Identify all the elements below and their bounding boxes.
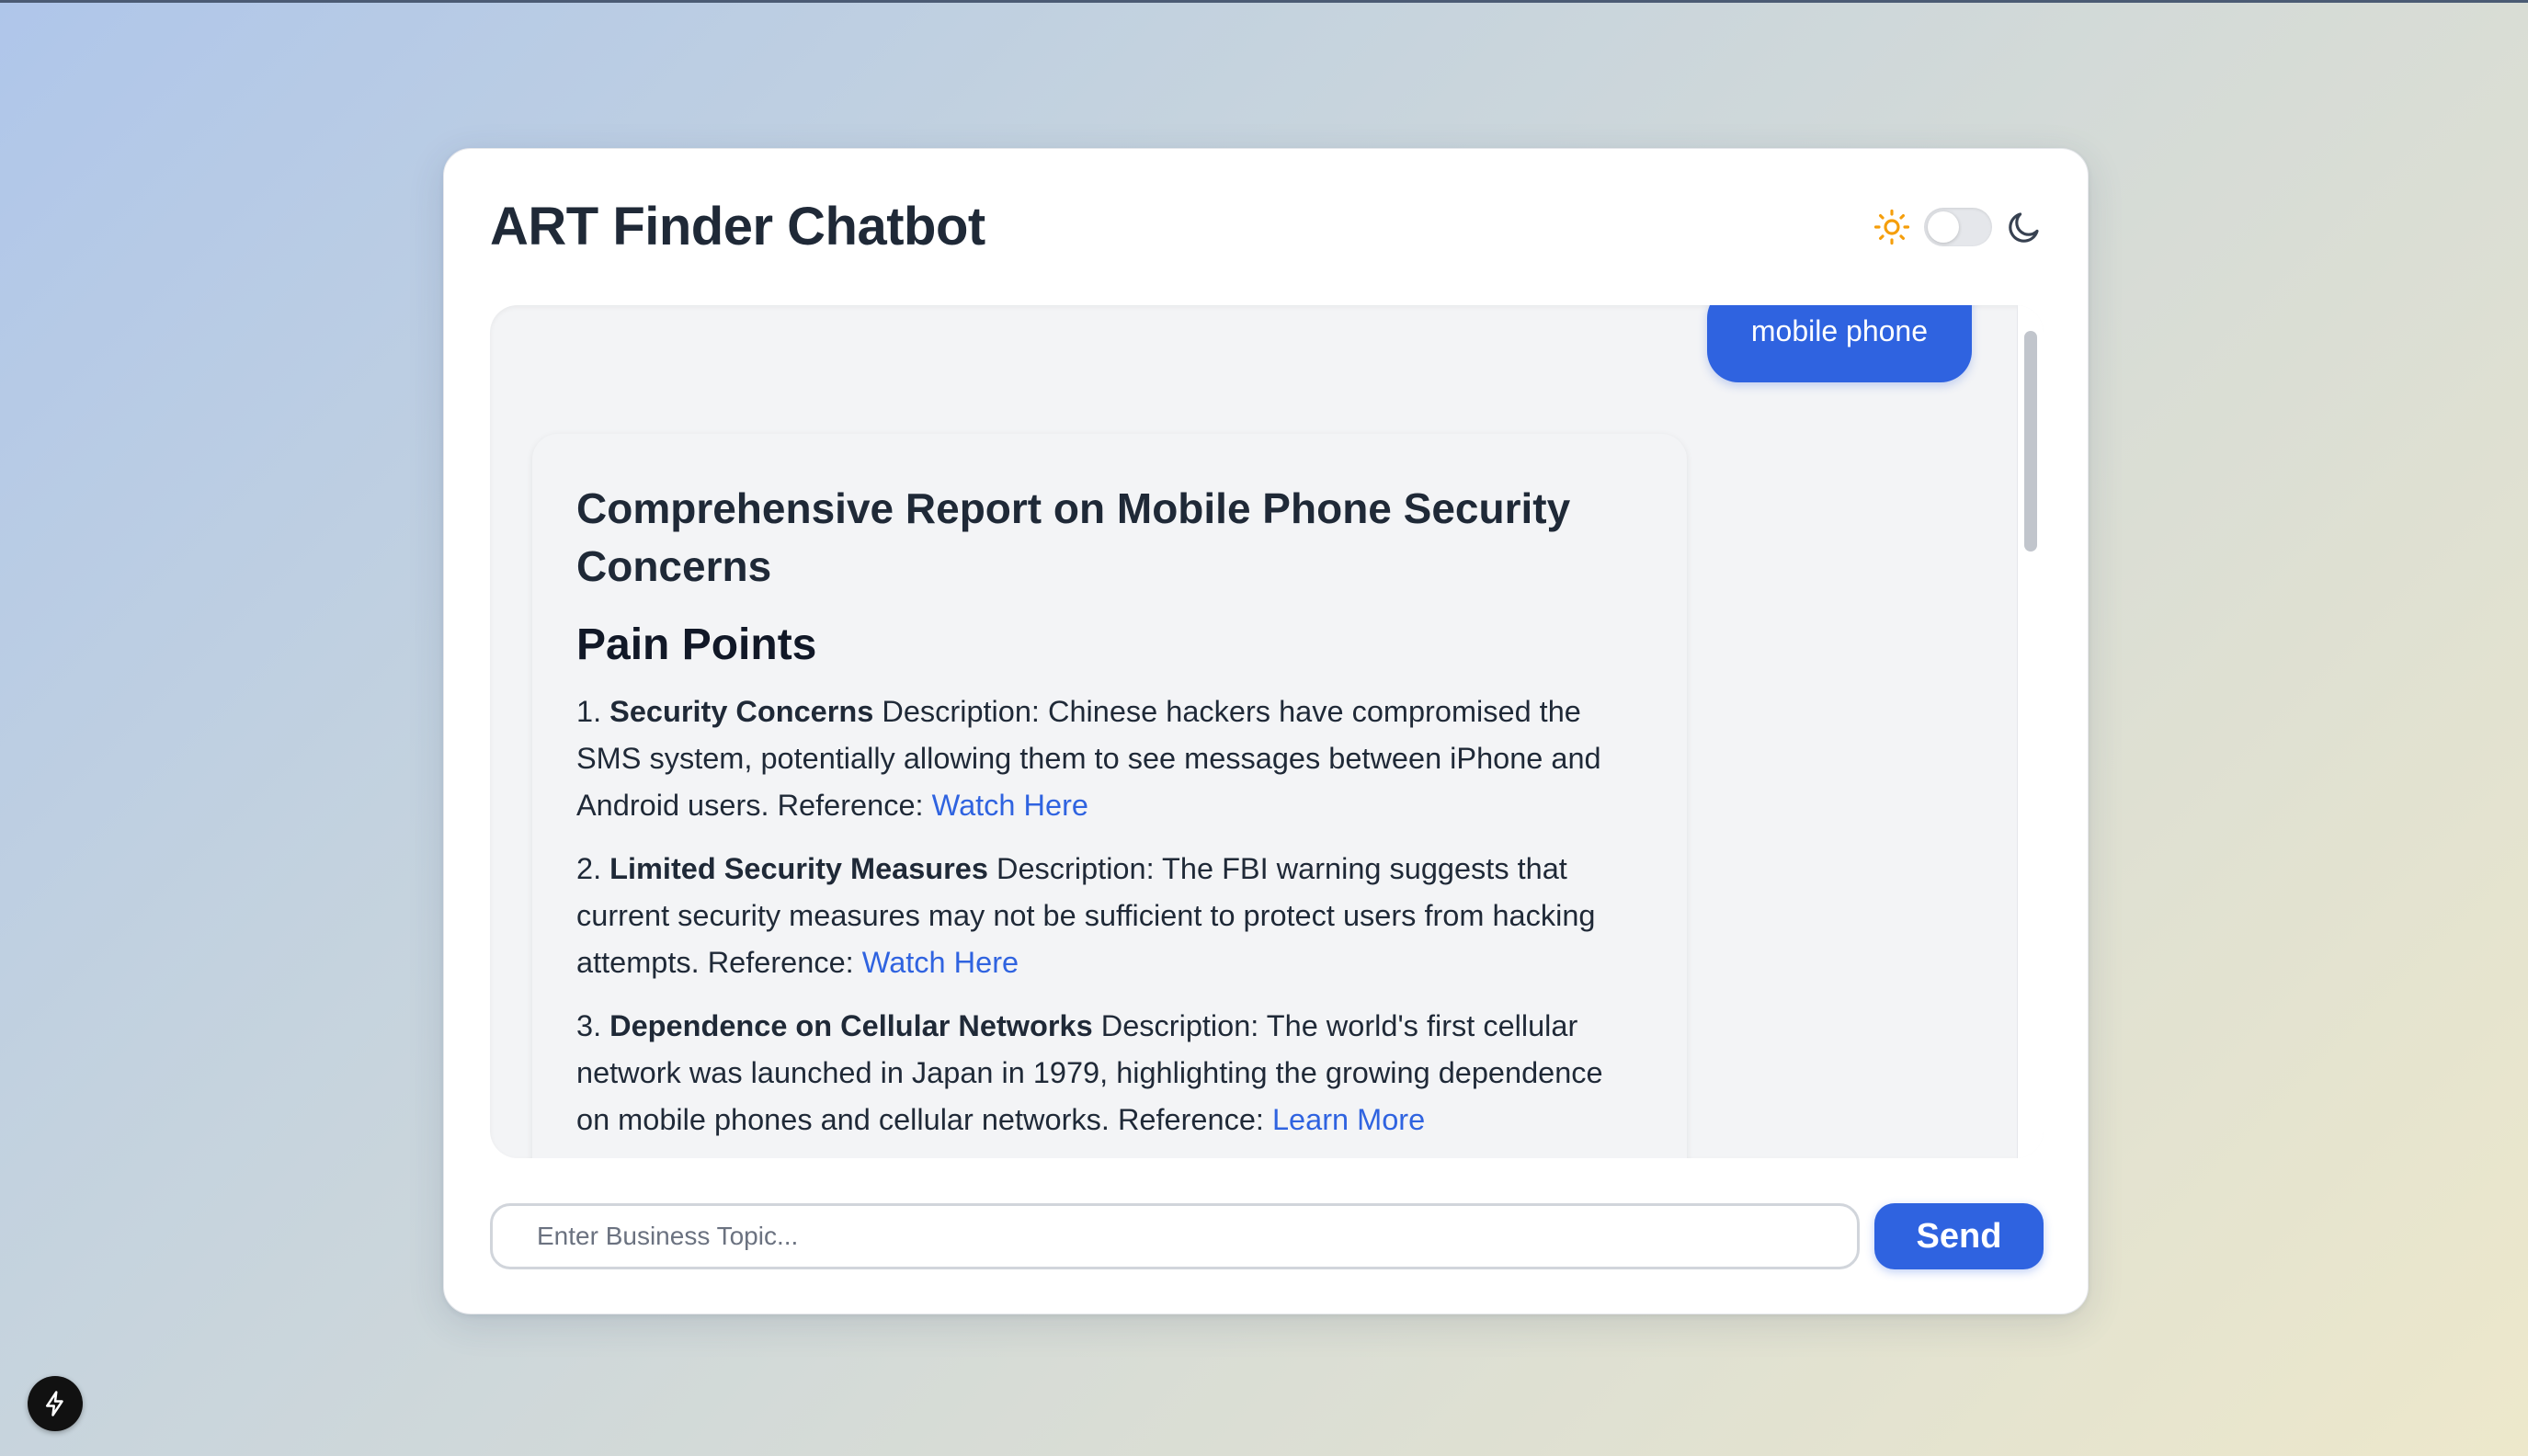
chat-messages-area[interactable]: mobile phone Comprehensive Report on Mob… xyxy=(490,305,2044,1158)
window-top-border xyxy=(0,0,2528,3)
item-number: 2. xyxy=(576,851,602,885)
item-heading: Dependence on Cellular Networks xyxy=(609,1008,1093,1042)
lightning-bolt-icon[interactable] xyxy=(28,1376,83,1431)
list-item: 1. Security Concerns Description: Chines… xyxy=(576,688,1643,829)
dark-mode-toggle[interactable] xyxy=(1924,208,1992,246)
section-title: Pain Points xyxy=(576,620,817,669)
reference-link[interactable]: Watch Here xyxy=(932,789,1088,822)
reference-link[interactable]: Learn More xyxy=(1272,1103,1425,1136)
app-title: ART Finder Chatbot xyxy=(490,197,985,256)
toggle-knob xyxy=(1928,211,1959,243)
moon-icon xyxy=(2005,208,2044,246)
user-message-bubble: mobile phone xyxy=(1706,305,1972,382)
scrollbar-thumb[interactable] xyxy=(2024,331,2037,552)
item-heading: Limited Security Measures xyxy=(609,851,988,885)
list-item: 3. Dependence on Cellular Networks Descr… xyxy=(576,1003,1643,1143)
business-topic-input[interactable] xyxy=(490,1203,1860,1269)
input-row: Send xyxy=(490,1203,2044,1269)
chatbot-card: ART Finder Chatbot mobile phone Comprehe… xyxy=(443,148,2089,1314)
item-heading: Security Concerns xyxy=(609,694,874,728)
sun-icon xyxy=(1873,208,1911,246)
item-number: 3. xyxy=(576,1008,602,1042)
list-item: 2. Limited Security Measures Description… xyxy=(576,846,1643,986)
scrollbar[interactable] xyxy=(2017,305,2044,1158)
reference-link[interactable]: Watch Here xyxy=(862,946,1019,979)
send-button[interactable]: Send xyxy=(1874,1203,2044,1269)
report-title: Comprehensive Report on Mobile Phone Sec… xyxy=(576,484,1571,591)
item-number: 1. xyxy=(576,694,602,728)
theme-switch xyxy=(1873,208,2044,246)
bot-message: Comprehensive Report on Mobile Phone Sec… xyxy=(532,434,1687,1158)
